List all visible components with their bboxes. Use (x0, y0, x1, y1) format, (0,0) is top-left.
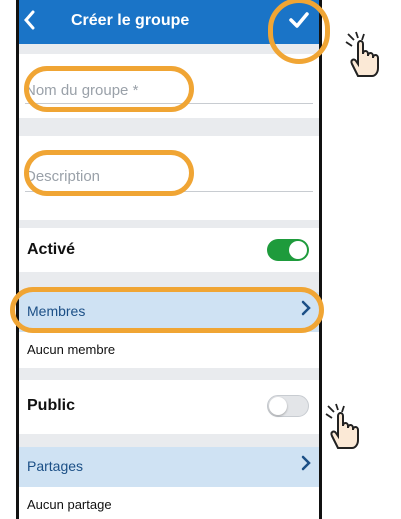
chevron-right-icon (301, 454, 311, 477)
shares-label: Partages (27, 458, 84, 474)
members-empty-row: Aucun membre (19, 332, 319, 368)
name-highlight (24, 66, 194, 112)
confirm-highlight (268, 0, 330, 64)
shares-empty-text: Aucun partage (27, 497, 112, 512)
back-icon[interactable] (23, 10, 35, 36)
toggle-knob (269, 397, 287, 415)
pointing-hand-icon (318, 400, 370, 460)
public-label: Public (27, 397, 76, 414)
public-row: Public (19, 380, 319, 434)
description-highlight (24, 150, 194, 196)
active-label: Activé (27, 241, 76, 258)
members-empty-text: Aucun membre (27, 342, 116, 357)
shares-empty-row: Aucun partage (19, 487, 319, 519)
shares-section[interactable]: Partages (19, 447, 319, 487)
active-toggle[interactable] (267, 239, 309, 261)
active-row: Activé (19, 228, 319, 272)
toggle-knob (289, 241, 307, 259)
page-title: Créer le groupe (71, 12, 190, 29)
pointing-hand-icon (338, 28, 390, 88)
public-toggle[interactable] (267, 395, 309, 417)
members-highlight (10, 287, 324, 333)
